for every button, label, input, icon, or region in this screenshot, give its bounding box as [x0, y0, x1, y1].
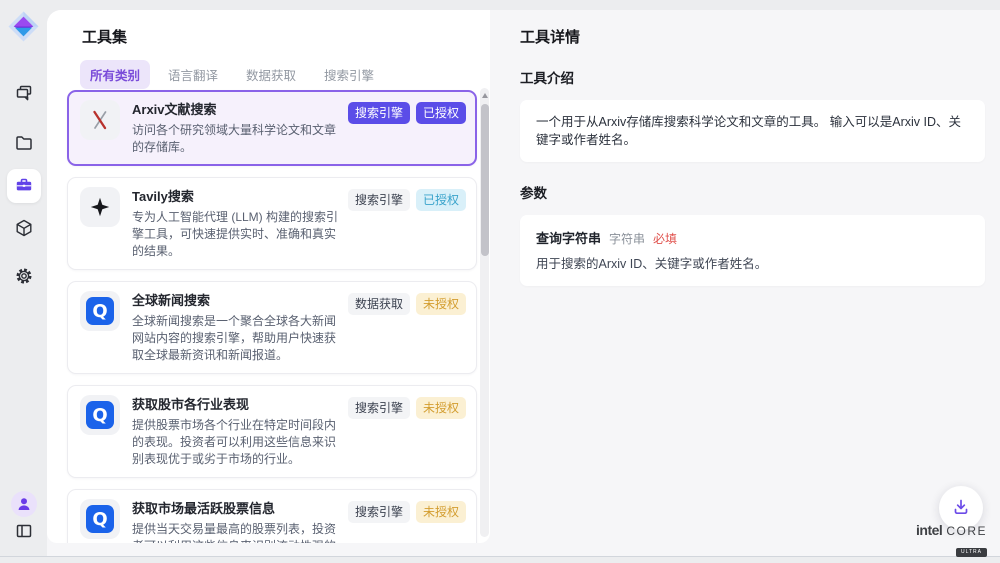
tool-name: Arxiv文献搜索	[132, 101, 340, 119]
tool-card[interactable]: Q 获取市场最活跃股票信息提供当天交易量最高的股票列表，投资者可以利用这些信息来识…	[67, 489, 477, 543]
folder-icon	[14, 133, 34, 156]
details-title: 工具详情	[520, 26, 985, 47]
app-logo	[8, 11, 39, 42]
sidebar-item-tools[interactable]	[7, 169, 41, 203]
tool-badges: 搜索引擎未授权	[348, 499, 466, 523]
intel-core-logo: intelcore ultra	[916, 524, 987, 557]
sidebar-item-files[interactable]	[7, 127, 41, 161]
tool-card-body: 全球新闻搜索全球新闻搜索是一个聚合全球各大新闻网站内容的搜索引擎，帮助用户快速获…	[132, 291, 340, 364]
param-description: 用于搜索的Arxiv ID、关键字或作者姓名。	[536, 256, 969, 273]
tool-name: Tavily搜索	[132, 188, 340, 206]
juhe-icon: Q	[80, 499, 120, 539]
juhe-icon: Q	[80, 291, 120, 331]
tool-details-panel: 工具详情 工具介绍 一个用于从Arxiv存储库搜索科学论文和文章的工具。 输入可…	[490, 10, 1000, 556]
scrollbar-thumb[interactable]	[481, 104, 489, 256]
intel-core-wordmark: intelcore	[916, 524, 987, 542]
tool-description: 访问各个研究领域大量科学论文和文章的存储库。	[132, 122, 340, 156]
tool-card-body: Arxiv文献搜索访问各个研究领域大量科学论文和文章的存储库。	[132, 100, 340, 156]
app-logo-icon	[8, 11, 39, 42]
auth-status-badge: 已授权	[416, 189, 466, 211]
tab-1[interactable]: 语言翻译	[158, 60, 228, 89]
tool-card[interactable]: Q 获取股市各行业表现提供股票市场各个行业在特定时间段内的表现。投资者可以利用这些…	[67, 385, 477, 478]
list-scrollbar[interactable]	[480, 88, 489, 537]
auth-status-badge: 未授权	[416, 293, 466, 315]
auth-status-badge: 未授权	[416, 397, 466, 419]
category-badge: 搜索引擎	[348, 501, 410, 523]
tool-card-list: Arxiv文献搜索访问各个研究领域大量科学论文和文章的存储库。搜索引擎已授权Ta…	[67, 90, 477, 543]
param-card: 查询字符串 字符串 必填 用于搜索的Arxiv ID、关键字或作者姓名。	[520, 215, 985, 286]
tool-badges: 数据获取未授权	[348, 291, 466, 315]
intro-card: 一个用于从Arxiv存储库搜索科学论文和文章的工具。 输入可以是Arxiv ID…	[520, 100, 985, 162]
tab-0[interactable]: 所有类别	[80, 60, 150, 89]
page-title: 工具集	[82, 26, 490, 47]
tool-card[interactable]: Arxiv文献搜索访问各个研究领域大量科学论文和文章的存储库。搜索引擎已授权	[67, 90, 477, 166]
tool-card-body: 获取股市各行业表现提供股票市场各个行业在特定时间段内的表现。投资者可以利用这些信…	[132, 395, 340, 468]
toolbox-icon	[14, 175, 34, 198]
download-icon	[951, 497, 971, 520]
params-heading: 参数	[520, 182, 985, 202]
arxiv-icon	[80, 100, 120, 140]
juhe-icon: Q	[80, 395, 120, 435]
tab-3[interactable]: 搜索引擎	[314, 60, 384, 89]
bottom-divider	[0, 556, 1000, 557]
tool-card[interactable]: Q 全球新闻搜索全球新闻搜索是一个聚合全球各大新闻网站内容的搜索引擎，帮助用户快速…	[67, 281, 477, 374]
param-header-row: 查询字符串 字符串 必填	[536, 228, 969, 247]
tool-list-panel: 工具集 所有类别语言翻译数据获取搜索引擎 Arxiv文献搜索访问各个研究领域大量…	[47, 10, 490, 543]
intel-ultra-badge: ultra	[956, 548, 987, 557]
tool-badges: 搜索引擎已授权	[348, 100, 466, 124]
main-canvas: 工具集 所有类别语言翻译数据获取搜索引擎 Arxiv文献搜索访问各个研究领域大量…	[47, 10, 1000, 556]
panel-toggle-button[interactable]	[7, 515, 41, 549]
category-badge: 数据获取	[348, 293, 410, 315]
tab-2[interactable]: 数据获取	[236, 60, 306, 89]
sidebar-item-chat[interactable]	[7, 77, 41, 111]
param-type: 字符串	[609, 230, 645, 247]
tool-name: 全球新闻搜索	[132, 292, 340, 310]
param-required-flag: 必填	[653, 230, 677, 247]
scrollbar-up-arrow-icon[interactable]	[482, 93, 488, 98]
sidebar-item-models[interactable]	[7, 212, 41, 246]
tool-description: 全球新闻搜索是一个聚合全球各大新闻网站内容的搜索引擎，帮助用户快速获取全球最新资…	[132, 313, 340, 364]
panel-toggle-icon	[14, 521, 34, 544]
tool-card[interactable]: Tavily搜索专为人工智能代理 (LLM) 构建的搜索引擎工具，可快速提供实时…	[67, 177, 477, 270]
tool-description: 提供当天交易量最高的股票列表，投资者可以利用这些信息来识别流动性强的股票和潜在的…	[132, 521, 340, 543]
category-badge: 搜索引擎	[348, 102, 410, 124]
category-badge: 搜索引擎	[348, 397, 410, 419]
tool-description: 提供股票市场各个行业在特定时间段内的表现。投资者可以利用这些信息来识别表现优于或…	[132, 417, 340, 468]
tool-badges: 搜索引擎已授权	[348, 187, 466, 211]
tool-name: 获取股市各行业表现	[132, 396, 340, 414]
tool-card-body: 获取市场最活跃股票信息提供当天交易量最高的股票列表，投资者可以利用这些信息来识别…	[132, 499, 340, 543]
category-tabs: 所有类别语言翻译数据获取搜索引擎	[80, 60, 490, 89]
intro-heading: 工具介绍	[520, 67, 985, 87]
gear-icon	[14, 266, 34, 289]
cube-icon	[14, 218, 34, 241]
auth-status-badge: 已授权	[416, 102, 466, 124]
param-name: 查询字符串	[536, 228, 601, 247]
tool-badges: 搜索引擎未授权	[348, 395, 466, 419]
chat-icon	[14, 83, 34, 106]
tavily-icon	[80, 187, 120, 227]
avatar	[11, 491, 37, 517]
tool-name: 获取市场最活跃股票信息	[132, 500, 340, 518]
tool-description: 专为人工智能代理 (LLM) 构建的搜索引擎工具，可快速提供实时、准确和真实的结…	[132, 209, 340, 260]
auth-status-badge: 未授权	[416, 501, 466, 523]
sidebar-item-settings[interactable]	[7, 260, 41, 294]
category-badge: 搜索引擎	[348, 189, 410, 211]
sidebar	[0, 0, 47, 563]
tool-card-body: Tavily搜索专为人工智能代理 (LLM) 构建的搜索引擎工具，可快速提供实时…	[132, 187, 340, 260]
